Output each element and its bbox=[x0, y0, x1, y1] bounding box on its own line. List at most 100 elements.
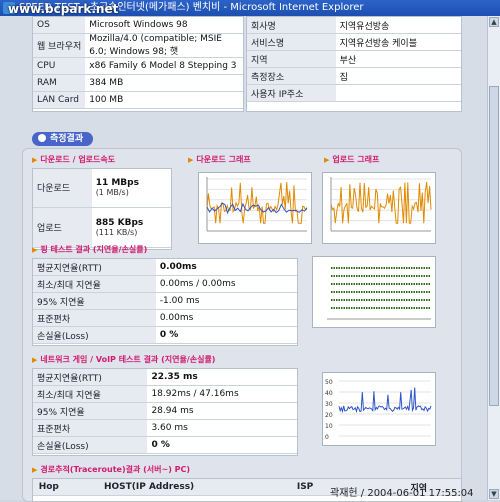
ping-mark bbox=[403, 275, 405, 277]
ping-mark bbox=[398, 291, 400, 293]
ping-mark bbox=[373, 291, 375, 293]
sysinfo-value: Mozilla/4.0 (compatible; MSIE 6.0; Windo… bbox=[85, 33, 243, 58]
ping-mark bbox=[388, 275, 390, 277]
ping-mark bbox=[408, 275, 410, 277]
ping-mark bbox=[428, 291, 430, 293]
ping-mark bbox=[351, 267, 353, 269]
ping-mark bbox=[373, 307, 375, 309]
ping-mark bbox=[381, 307, 383, 309]
sysinfo-key: 지역 bbox=[247, 50, 336, 68]
ping-mark bbox=[341, 291, 343, 293]
ping-mark bbox=[398, 275, 400, 277]
ping-mark bbox=[396, 283, 398, 285]
ping-mark bbox=[346, 299, 348, 301]
ping-mark bbox=[388, 299, 390, 301]
ping-mark bbox=[333, 307, 335, 309]
ping-mark bbox=[381, 283, 383, 285]
ping-mark bbox=[421, 291, 423, 293]
ping-mark bbox=[386, 283, 388, 285]
ping-mark bbox=[358, 283, 360, 285]
results-section-title: 측정결과 bbox=[32, 132, 94, 146]
ping-row: 손실율(Loss) 0 % bbox=[33, 326, 297, 344]
download-graph bbox=[198, 172, 312, 244]
ping-mark bbox=[378, 283, 380, 285]
ping-mark bbox=[341, 283, 343, 285]
ping-mark bbox=[346, 283, 348, 285]
ping-mark bbox=[376, 307, 378, 309]
ping-mark bbox=[423, 283, 425, 285]
ping-mark bbox=[386, 291, 388, 293]
voip-value: 3.60 ms bbox=[147, 419, 297, 437]
ping-mark bbox=[351, 291, 353, 293]
upload-graph-label: ▶ 업로드 그래프 bbox=[324, 155, 380, 164]
ping-row: 95% 지연율 -1.00 ms bbox=[33, 292, 297, 310]
ping-mark bbox=[336, 307, 338, 309]
ping-mark bbox=[413, 283, 415, 285]
y-tick-label: 20 bbox=[325, 412, 333, 419]
scroll-down-icon[interactable]: ▼ bbox=[489, 489, 499, 499]
ping-mark bbox=[348, 267, 350, 269]
ping-mark bbox=[358, 299, 360, 301]
ping-mark bbox=[346, 307, 348, 309]
voip-key: 최소/최대 지연율 bbox=[33, 385, 148, 403]
ping-mark bbox=[408, 283, 410, 285]
ping-mark bbox=[423, 307, 425, 309]
ping-mark bbox=[346, 291, 348, 293]
ping-mark bbox=[358, 307, 360, 309]
ping-mark bbox=[371, 291, 373, 293]
ping-mark bbox=[418, 275, 420, 277]
ping-mark bbox=[366, 291, 368, 293]
ping-mark bbox=[413, 291, 415, 293]
ping-mark bbox=[368, 275, 370, 277]
ping-mark bbox=[351, 299, 353, 301]
upload-value: 885 KBps (111 KB/s) bbox=[91, 207, 171, 248]
ping-value: 0.00ms / 0.00ms bbox=[155, 275, 297, 293]
ping-mark bbox=[368, 267, 370, 269]
ping-mark bbox=[336, 267, 338, 269]
ping-mark bbox=[393, 267, 395, 269]
voip-row: 표준편차 3.60 ms bbox=[33, 419, 297, 437]
ping-mark bbox=[428, 299, 430, 301]
y-tick-label: 0 bbox=[325, 434, 329, 441]
ping-key: 표준편차 bbox=[33, 309, 156, 327]
ping-mark bbox=[423, 275, 425, 277]
ping-mark bbox=[331, 299, 333, 301]
ping-mark bbox=[348, 307, 350, 309]
ping-mark bbox=[353, 307, 355, 309]
ping-mark bbox=[416, 291, 418, 293]
download-series bbox=[206, 182, 308, 224]
ping-mark bbox=[411, 275, 413, 277]
vertical-scrollbar[interactable]: ▲ ▼ bbox=[487, 16, 500, 500]
sysinfo-row: LAN Card 100 MB bbox=[33, 91, 243, 109]
ping-mark bbox=[386, 275, 388, 277]
ping-mark bbox=[423, 291, 425, 293]
ping-graph-svg bbox=[327, 267, 431, 320]
ping-mark bbox=[418, 307, 420, 309]
ping-mark bbox=[341, 307, 343, 309]
sysinfo-row: 서비스명 지역유선방송 케이블 bbox=[247, 33, 461, 51]
ping-mark bbox=[428, 283, 430, 285]
ping-mark bbox=[333, 275, 335, 277]
ping-mark bbox=[393, 291, 395, 293]
ping-mark bbox=[381, 299, 383, 301]
ping-mark bbox=[383, 291, 385, 293]
voip-key: 95% 지연율 bbox=[33, 402, 148, 420]
ping-mark bbox=[411, 283, 413, 285]
ping-mark bbox=[408, 267, 410, 269]
ping-mark bbox=[391, 299, 393, 301]
page-content: OS Microsoft Windows 98 웹 브라우저 Mozilla/4.0 … bbox=[0, 16, 488, 502]
ping-mark bbox=[408, 307, 410, 309]
ping-mark bbox=[428, 267, 430, 269]
ping-mark bbox=[358, 267, 360, 269]
scroll-thumb[interactable] bbox=[489, 86, 499, 406]
ping-mark bbox=[421, 275, 423, 277]
sysinfo-key: 서비스명 bbox=[247, 33, 336, 51]
traceroute-column-header: Hop bbox=[33, 479, 65, 496]
ping-mark bbox=[411, 307, 413, 309]
ping-mark bbox=[348, 283, 350, 285]
ping-mark bbox=[416, 275, 418, 277]
scroll-up-icon[interactable]: ▲ bbox=[489, 17, 499, 27]
ping-mark bbox=[353, 267, 355, 269]
download-value: 11 MBps (1 MB/s) bbox=[91, 169, 171, 208]
ping-mark bbox=[386, 267, 388, 269]
